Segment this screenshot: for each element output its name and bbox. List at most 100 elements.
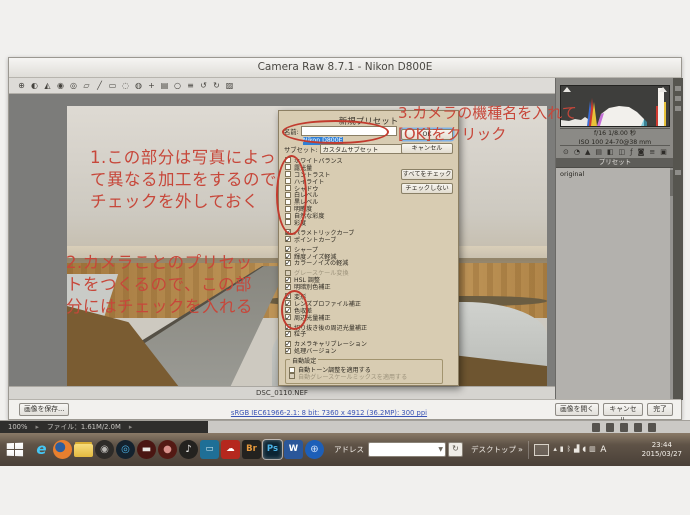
tool-glyph: ▭ bbox=[108, 80, 117, 90]
save-image-button[interactable]: 画像を保存... bbox=[19, 403, 70, 416]
tool-glyph: ○ bbox=[174, 80, 181, 90]
firefox-icon[interactable] bbox=[53, 440, 72, 459]
adjustment-brush-tool-icon[interactable]: + bbox=[147, 81, 156, 90]
red-eye-tool-icon[interactable]: ◍ bbox=[134, 81, 143, 90]
white-balance-tool-icon[interactable]: ◭ bbox=[43, 81, 52, 90]
network-signal-icon[interactable]: ▟ bbox=[574, 446, 579, 453]
action-center-icon[interactable]: ▥ bbox=[589, 446, 596, 453]
window-bottom-bar: 画像を保存... sRGB IEC61966-2.1: 8 bit: 7360 … bbox=[9, 399, 681, 424]
presets-tab-icon[interactable]: ≡ bbox=[649, 147, 655, 157]
shadow-clipping-icon[interactable] bbox=[563, 87, 571, 92]
remote-desktop-icon[interactable]: ▭ bbox=[200, 440, 219, 459]
split-toning-tab-icon[interactable]: ◧ bbox=[607, 147, 614, 157]
annotation-line: チェックを外しておく bbox=[90, 191, 277, 213]
annotation-line: 分にはチェックを入れる bbox=[66, 296, 253, 318]
tab-glyph: ◧ bbox=[606, 148, 614, 156]
hsl-grayscale-tab-icon[interactable]: ▤ bbox=[595, 147, 602, 157]
checkbox-label: 自動グレースケールミックスを適用する bbox=[298, 374, 408, 381]
start-button[interactable] bbox=[6, 442, 25, 457]
camera-app-icon[interactable]: ◉ bbox=[95, 440, 114, 459]
highlight-clipping-icon[interactable] bbox=[659, 87, 667, 92]
setting-row[interactable]: 自動グレースケールミックスを適用する bbox=[289, 373, 439, 381]
open-image-button[interactable]: 画像を開く bbox=[555, 403, 599, 416]
internet-explorer-icon[interactable]: e bbox=[32, 440, 51, 459]
window-titlebar[interactable]: Camera Raw 8.7.1 - Nikon D800E bbox=[9, 58, 681, 78]
creative-cloud-icon[interactable]: ☁ bbox=[221, 440, 240, 459]
taskbar-apps: e ◉ ◎ ▬ ● ♪ ▭ ☁ Br Ps W ⊕ bbox=[4, 440, 326, 459]
transform-tool-icon[interactable]: ▭ bbox=[108, 80, 117, 90]
tool-glyph: ▤ bbox=[160, 80, 169, 90]
checkbox[interactable] bbox=[285, 282, 291, 291]
detail-tab-icon[interactable]: ▲ bbox=[585, 147, 590, 157]
panel-edge-strip[interactable] bbox=[673, 78, 683, 400]
ime-mode-indicator[interactable]: A bbox=[600, 445, 606, 455]
crop-tool-icon[interactable]: ▱ bbox=[82, 81, 91, 90]
cancel-button[interactable]: キャンセル bbox=[603, 403, 643, 424]
workflow-options-link[interactable]: sRGB IEC61966-2.1: 8 bit: 7360 x 4912 (3… bbox=[231, 409, 427, 417]
media-player-icon[interactable]: ◎ bbox=[116, 440, 135, 459]
annotation-line: 3.カメラの機種名を入れて bbox=[398, 103, 577, 124]
hand-tool-icon[interactable]: ◐ bbox=[30, 81, 39, 90]
preset-item-label: original bbox=[560, 170, 585, 178]
annotation-text: 3.カメラの機種名を入れて bbox=[398, 104, 577, 122]
bluetooth-icon[interactable]: ᛒ bbox=[567, 446, 571, 453]
setting-row[interactable]: カラーノイズの軽減 bbox=[285, 258, 399, 267]
itunes-icon[interactable]: ♪ bbox=[179, 440, 198, 459]
workflow-options: sRGB IEC61966-2.1: 8 bit: 7360 x 4912 (3… bbox=[109, 400, 549, 419]
address-input[interactable]: ▼ bbox=[368, 442, 446, 457]
graduated-filter-tool-icon[interactable]: ▤ bbox=[160, 80, 169, 90]
camera-calibration-tab-icon[interactable]: ◙ bbox=[638, 147, 645, 157]
preset-item[interactable]: original bbox=[556, 168, 674, 178]
check-all-button[interactable]: すべてをチェック bbox=[401, 169, 453, 180]
effects-tab-icon[interactable]: ƒ bbox=[630, 147, 632, 157]
tray-expand-icon[interactable]: ▴ bbox=[553, 446, 557, 453]
media-app-darkred-icon[interactable]: ● bbox=[158, 440, 177, 459]
taskbar-clock[interactable]: 23:44 2015/03/27 bbox=[642, 441, 686, 458]
straighten-tool-icon[interactable]: ╱ bbox=[95, 81, 104, 90]
checkbox[interactable] bbox=[285, 346, 291, 355]
rotate-left-icon[interactable]: ↺ bbox=[199, 81, 208, 90]
snapshots-tab-icon[interactable]: ▣ bbox=[660, 147, 667, 157]
delete-icon[interactable]: ▨ bbox=[225, 81, 234, 90]
media-app-red-icon[interactable]: ▬ bbox=[137, 440, 156, 459]
tray-glyph: ᛒ bbox=[566, 445, 571, 453]
word-icon[interactable]: W bbox=[284, 440, 303, 459]
battery-icon[interactable]: ▮ bbox=[560, 446, 564, 453]
refresh-icon[interactable]: ↻ bbox=[448, 442, 463, 457]
lens-corrections-tab-icon[interactable]: ◫ bbox=[619, 147, 626, 157]
radial-filter-tool-icon[interactable]: ○ bbox=[173, 80, 182, 90]
volume-icon[interactable]: ◖ bbox=[582, 446, 586, 453]
checkbox[interactable] bbox=[289, 366, 295, 373]
desktop-toolbar-label[interactable]: デスクトップ bbox=[471, 444, 516, 455]
file-explorer-icon[interactable] bbox=[74, 444, 93, 457]
subset-dropdown[interactable]: カスタムサブセット ▾ bbox=[319, 144, 408, 154]
network-app-icon[interactable]: ⊕ bbox=[305, 440, 324, 459]
rotate-right-icon[interactable]: ↻ bbox=[212, 80, 221, 90]
zoom-tool-icon[interactable]: ⊕ bbox=[17, 81, 26, 90]
checkbox[interactable] bbox=[285, 329, 291, 338]
checkbox[interactable] bbox=[289, 373, 295, 380]
check-none-button[interactable]: チェックしない bbox=[401, 183, 453, 194]
setting-row[interactable]: 明暗別色補正 bbox=[285, 282, 399, 291]
annotation-text: トをつくるので、この部 bbox=[66, 275, 253, 294]
basic-tab-icon[interactable]: ⊙ bbox=[563, 147, 569, 157]
chevron-down-icon[interactable]: ▼ bbox=[438, 446, 443, 453]
checkbox[interactable] bbox=[285, 258, 291, 267]
tone-curve-tab-icon[interactable]: ◔ bbox=[574, 147, 580, 157]
toolbar-chevron-icon[interactable]: » bbox=[518, 445, 523, 454]
done-button[interactable]: 完了 bbox=[647, 403, 673, 416]
edge-tick bbox=[675, 106, 681, 111]
color-sampler-tool-icon[interactable]: ◉ bbox=[56, 81, 65, 90]
tab-glyph: ƒ bbox=[630, 148, 633, 156]
bridge-icon[interactable]: Br bbox=[242, 440, 261, 459]
checkbox[interactable] bbox=[285, 235, 291, 244]
annotation-line: 1.この部分は写真によっ bbox=[90, 147, 277, 169]
photoshop-icon[interactable]: Ps bbox=[263, 440, 282, 459]
keyboard-icon[interactable] bbox=[533, 443, 549, 456]
targeted-adjustment-tool-icon[interactable]: ◎ bbox=[69, 81, 78, 90]
preferences-icon[interactable]: ≡ bbox=[186, 81, 195, 90]
auto-settings-title: 自動設定 bbox=[290, 356, 319, 366]
annotation-line: 2.カメラことのプリセッ bbox=[66, 252, 253, 274]
tool-glyph: ↻ bbox=[213, 80, 220, 90]
spot-removal-tool-icon[interactable]: ◌ bbox=[121, 81, 130, 90]
